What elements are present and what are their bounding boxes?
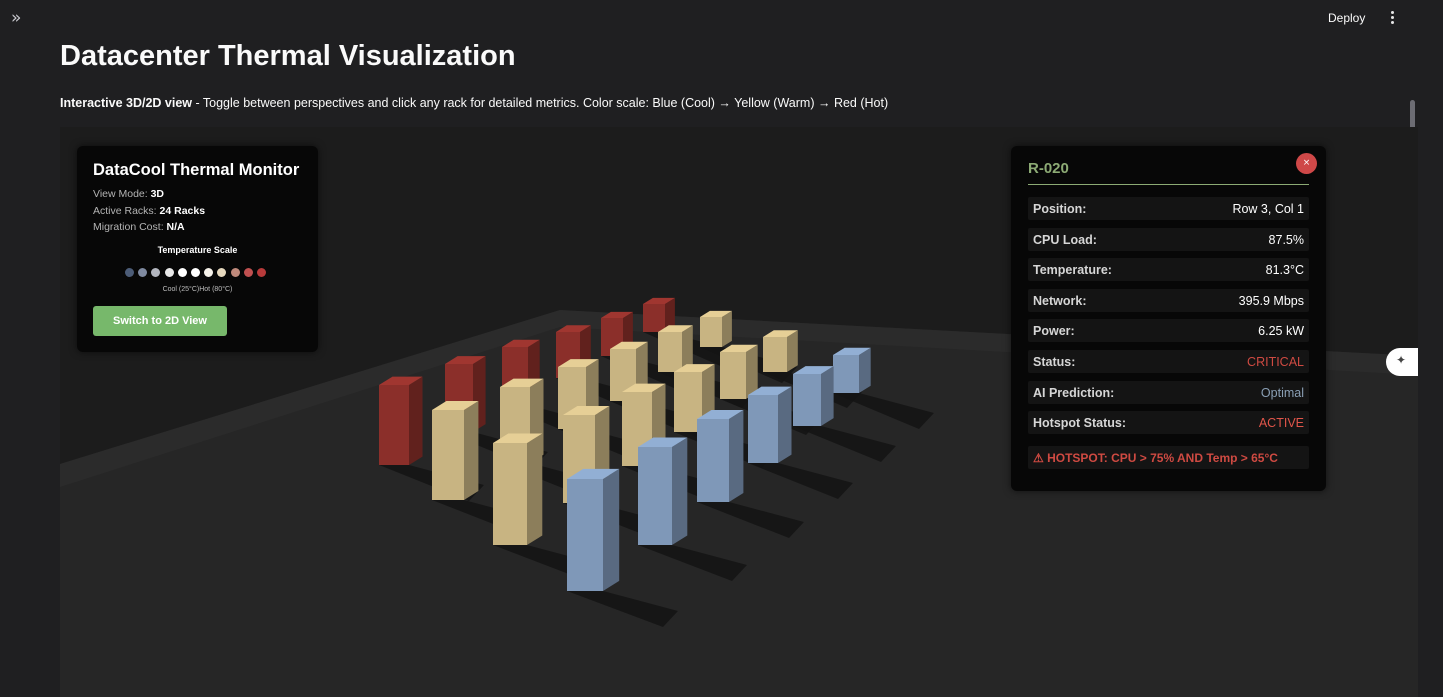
rack-front: [748, 395, 778, 463]
monitor-title: DataCool Thermal Monitor: [93, 161, 300, 179]
scale-dot: [151, 268, 161, 277]
switch-view-button[interactable]: Switch to 2D View: [93, 306, 227, 336]
temperature-scale-legend: Cool (25°C)Hot (80°C): [162, 286, 233, 293]
detail-label: Status:: [1033, 355, 1076, 369]
rack-side: [729, 410, 744, 502]
page-title: Datacenter Thermal Visualization: [60, 40, 516, 72]
view-mode-label: View Mode:: [93, 188, 148, 200]
detail-value: 87.5%: [1268, 232, 1304, 247]
top-bar: » Deploy: [0, 0, 1443, 40]
active-racks-value: 24 Racks: [159, 205, 206, 217]
rack-side: [859, 347, 871, 393]
detail-value: CRITICAL: [1247, 355, 1304, 369]
detail-value: Optimal: [1260, 385, 1304, 400]
migration-cost-value: N/A: [166, 221, 185, 233]
detail-label: Network:: [1033, 293, 1087, 308]
active-racks-line: Active Racks: 24 Racks: [93, 205, 205, 217]
rack-front: [658, 332, 682, 372]
rack-front: [763, 337, 787, 372]
detail-row: Power: 6.25 kW: [1028, 319, 1309, 343]
detail-value: 6.25 kW: [1258, 324, 1304, 339]
detail-row: Temperature: 81.3°C: [1028, 258, 1309, 282]
rack-front: [379, 385, 409, 465]
page-subtitle: Interactive 3D/2D view - Toggle between …: [60, 96, 888, 110]
hotspot-message: ⚠ HOTSPOT: CPU > 75% AND Temp > 65°C: [1033, 451, 1278, 465]
expand-sidebar-icon[interactable]: »: [11, 9, 29, 27]
rack-front: [833, 355, 859, 393]
rack-detail-panel: R-020 × Position: Row 3, Col 1 CPU Load: 87…: [1011, 146, 1326, 491]
scale-dot: [243, 268, 253, 277]
detail-value: 395.9 Mbps: [1238, 293, 1304, 308]
rack-front: [638, 447, 672, 545]
detail-value: ACTIVE: [1258, 416, 1304, 431]
rack-front: [567, 479, 603, 591]
rack-id-title: R-020: [1028, 160, 1069, 177]
rack-front: [697, 419, 729, 502]
migration-cost-line: Migration Cost: N/A: [93, 221, 185, 233]
detail-label: Hotspot Status:: [1033, 416, 1127, 431]
scale-dot: [191, 268, 200, 277]
rack-front: [643, 304, 665, 332]
deploy-button[interactable]: Deploy: [1328, 11, 1365, 25]
rack-side: [722, 310, 732, 347]
title-divider: [1028, 184, 1309, 185]
rack-side: [527, 433, 543, 545]
rack-front: [700, 317, 722, 347]
detail-label: Temperature:: [1033, 263, 1112, 278]
scale-dot: [257, 268, 266, 277]
rack-front: [432, 410, 464, 500]
rack-front: [793, 374, 821, 426]
hotspot-warning: ⚠ HOTSPOT: CPU > 75% AND Temp > 65°C: [1028, 446, 1309, 469]
rack-side: [778, 386, 792, 463]
subtitle-emphasis: Interactive 3D/2D view: [60, 96, 193, 110]
scale-dot: [217, 268, 227, 277]
detail-row: Status: CRITICAL: [1028, 350, 1309, 373]
rack-front: [493, 443, 527, 545]
scale-dot: [164, 268, 174, 277]
scale-dot: [204, 268, 214, 277]
close-detail-button[interactable]: ×: [1296, 153, 1317, 174]
detail-row: Hotspot Status: ACTIVE: [1028, 411, 1309, 435]
detail-row: AI Prediction: Optimal: [1028, 380, 1309, 404]
rack-side: [464, 401, 479, 500]
side-widget-button[interactable]: ✦: [1386, 348, 1418, 376]
active-racks-label: Active Racks:: [93, 205, 157, 217]
rack-side: [787, 330, 798, 372]
detail-row: Network: 395.9 Mbps: [1028, 288, 1309, 312]
rack-side: [409, 376, 423, 465]
detail-value: 81.3°C: [1265, 263, 1304, 278]
scale-dot: [125, 268, 134, 277]
detail-row: CPU Load: 87.5%: [1028, 227, 1309, 251]
scale-dot: [138, 268, 148, 277]
rack-side: [821, 366, 834, 426]
detail-label: Power:: [1033, 324, 1075, 339]
view-mode-line: View Mode: 3D: [93, 188, 164, 200]
scale-dot: [177, 268, 187, 277]
temperature-scale-dots: [125, 268, 271, 278]
rack-side: [603, 468, 620, 591]
view-mode-value: 3D: [150, 188, 165, 200]
temperature-scale-title: Temperature Scale: [157, 245, 238, 255]
subtitle-text: - Toggle between perspectives and click …: [192, 96, 889, 110]
sparkle-icon: ✦: [1396, 353, 1407, 367]
detail-row: Position: Row 3, Col 1: [1028, 197, 1309, 220]
scale-dot: [230, 268, 240, 277]
rack-side: [672, 437, 688, 545]
rack-front: [720, 352, 746, 399]
migration-cost-label: Migration Cost:: [93, 221, 164, 233]
thermal-monitor-panel: DataCool Thermal Monitor View Mode: 3D A…: [77, 146, 318, 352]
detail-value: Row 3, Col 1: [1232, 202, 1304, 216]
main-menu-icon[interactable]: [1386, 10, 1398, 28]
detail-label: Position:: [1033, 202, 1087, 216]
detail-label: CPU Load:: [1033, 232, 1097, 247]
detail-label: AI Prediction:: [1033, 385, 1115, 400]
